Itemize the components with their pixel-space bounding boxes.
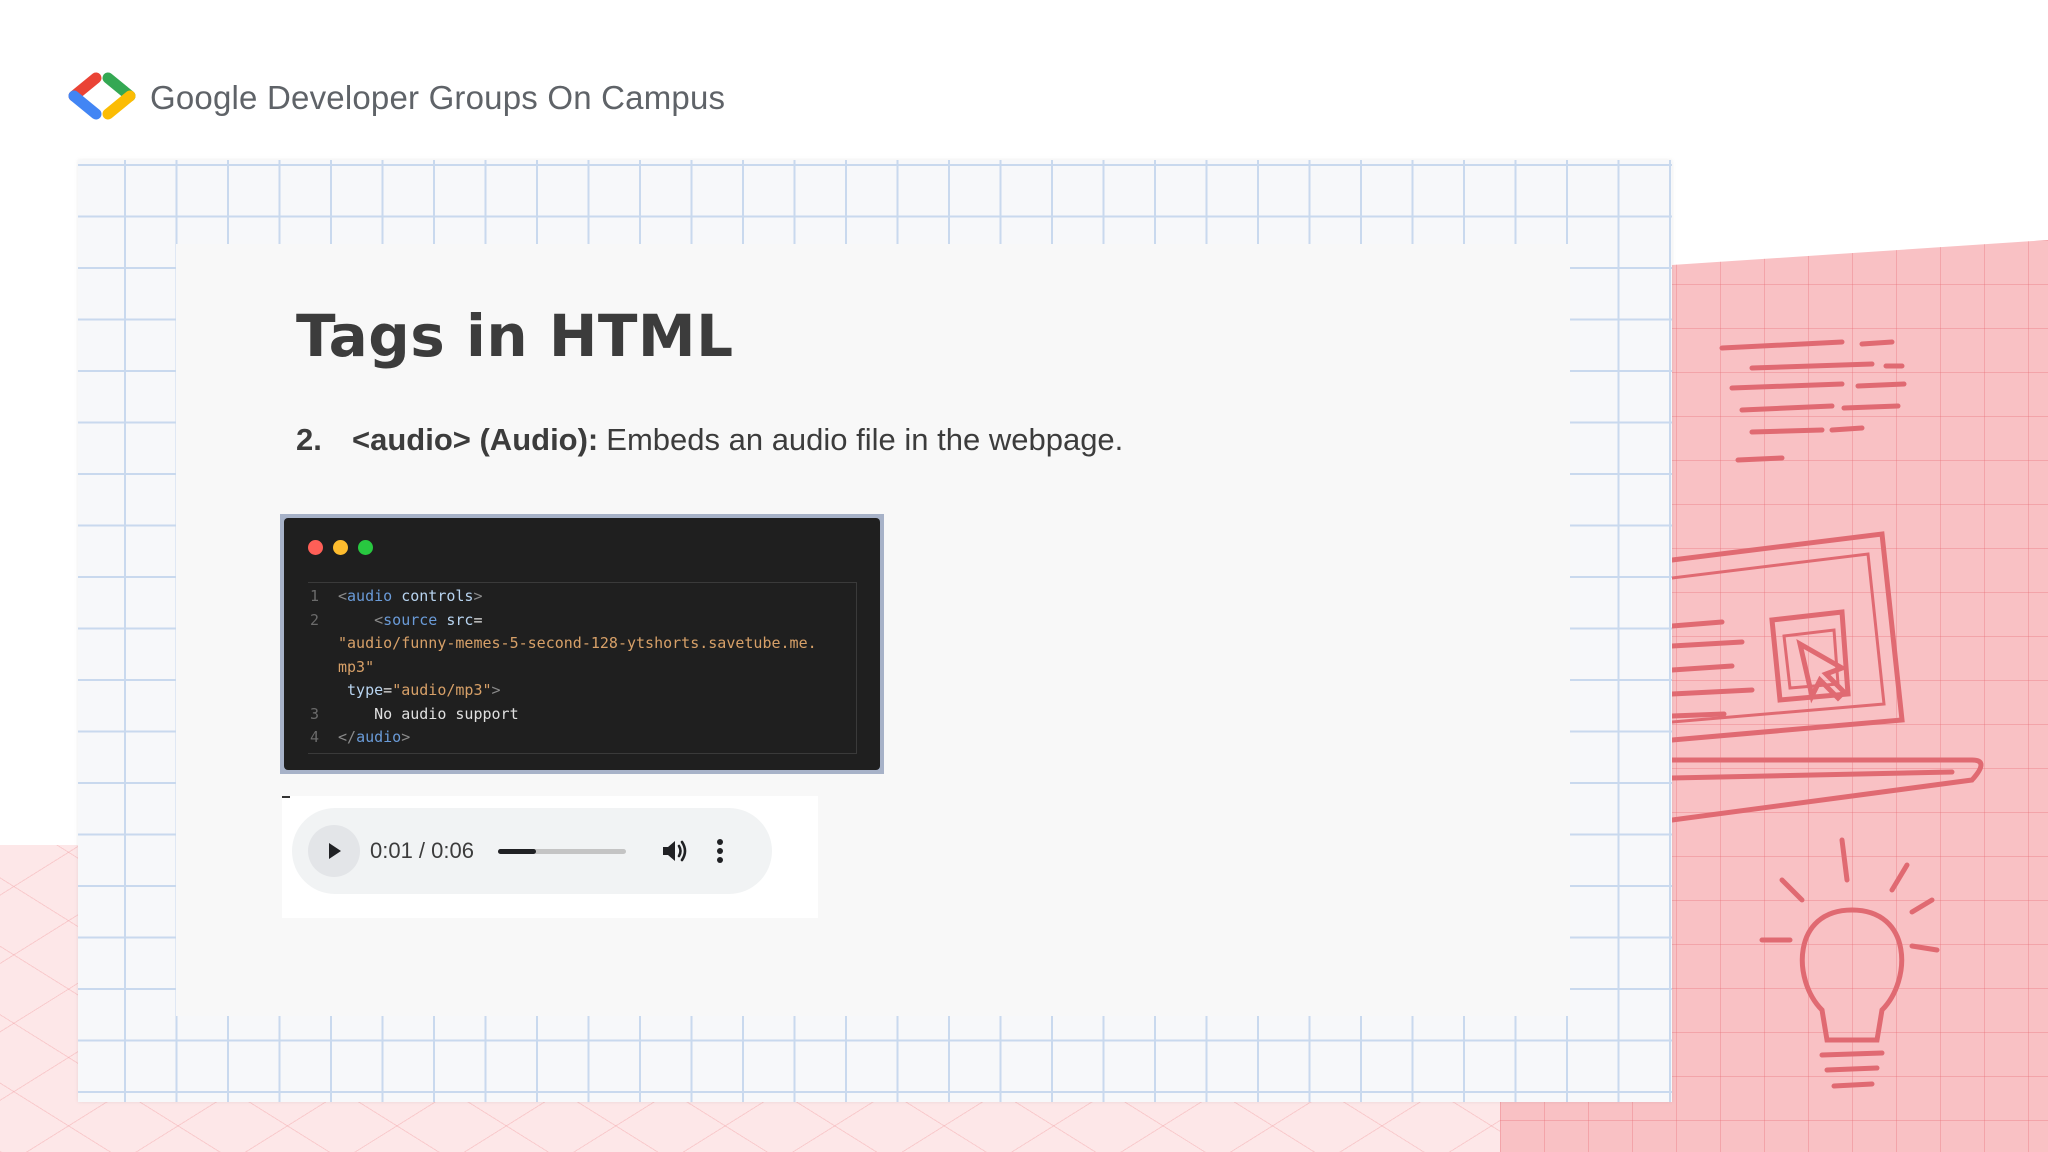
slide-content: Tags in HTML 2. <audio> (Audio): Embeds … <box>176 244 1570 1016</box>
line-number: 4 <box>310 728 320 746</box>
laptop-lightbulb-sketch <box>1672 339 1984 1089</box>
brand-name: Google Developer Groups On Campus <box>150 79 726 116</box>
code-line: type = "audio/mp3" > <box>308 679 856 703</box>
playback-time: 0:01 / 0:06 <box>370 838 474 863</box>
gdg-logo-icon <box>68 72 136 120</box>
code-token: = <box>383 681 393 699</box>
code-token: "audio/mp3" <box>392 681 492 699</box>
audio-player-screenshot: 0:01 / 0:06 <box>282 796 818 918</box>
code-token: </ <box>338 728 357 746</box>
maximize-dot-icon <box>358 540 373 555</box>
code-token: audio <box>347 587 393 605</box>
list-item-audio: 2. <audio> (Audio): Embeds an audio file… <box>296 422 1123 458</box>
code-token: > <box>401 728 411 746</box>
code-line: 1 < audio controls > <box>308 585 856 609</box>
volume-button[interactable] <box>660 836 690 866</box>
code-token: = <box>473 610 483 629</box>
close-dot-icon <box>308 540 323 555</box>
line-number: 2 <box>310 610 320 629</box>
list-number: 2. <box>296 422 322 457</box>
play-button[interactable] <box>308 825 360 877</box>
line-number: 1 <box>310 587 320 605</box>
audio-player[interactable]: 0:01 / 0:06 <box>292 808 772 894</box>
code-token: controls <box>401 587 474 605</box>
code-token: mp3" <box>338 657 375 676</box>
code-token: < <box>338 587 348 605</box>
seek-slider[interactable] <box>497 848 626 854</box>
seek-progress <box>497 848 537 854</box>
code-token: < <box>374 610 384 629</box>
code-line: "audio/funny-memes-5-second-128-ytshorts… <box>308 632 856 656</box>
code-screenshot: 1 < audio controls >2 < source src = "audio/fu… <box>280 514 884 774</box>
code-token: source <box>383 610 438 629</box>
list-description: Embeds an audio file in the webpage. <box>606 422 1124 457</box>
code-token: > <box>473 587 483 605</box>
window-controls <box>308 540 373 555</box>
code-line: mp3" <box>308 656 856 680</box>
code-token: audio <box>356 728 402 746</box>
code-token: > <box>491 681 501 699</box>
code-token: type <box>347 681 384 699</box>
line-number <box>308 679 338 703</box>
code-line: 2 < source src = <box>308 609 856 633</box>
crop-mark <box>282 796 290 798</box>
more-vert-icon <box>716 839 723 863</box>
more-options-button[interactable] <box>712 836 728 866</box>
header: Google Developer Groups On Campus <box>66 72 725 124</box>
code-block: 1 < audio controls >2 < source src = "audio/fu… <box>308 582 857 754</box>
code-token: "audio/funny-memes-5-second-128-ytshorts… <box>338 634 817 652</box>
code-line: 4 </audio > <box>308 726 856 750</box>
code-token: src <box>446 610 474 629</box>
grid-paper-frame: Tags in HTML 2. <audio> (Audio): Embeds … <box>78 160 1672 1102</box>
line-number: 3 <box>310 704 320 723</box>
volume-icon <box>662 840 687 862</box>
line-number <box>308 632 338 656</box>
code-window: 1 < audio controls >2 < source src = "audio/fu… <box>284 518 880 770</box>
play-icon <box>329 843 341 859</box>
list-term: <audio> (Audio): <box>352 422 599 457</box>
slide-title: Tags in HTML <box>296 302 734 370</box>
line-number <box>308 656 338 680</box>
code-line: 3 No audio support <box>308 703 856 727</box>
minimize-dot-icon <box>333 540 348 555</box>
code-token: No audio support <box>374 704 519 723</box>
